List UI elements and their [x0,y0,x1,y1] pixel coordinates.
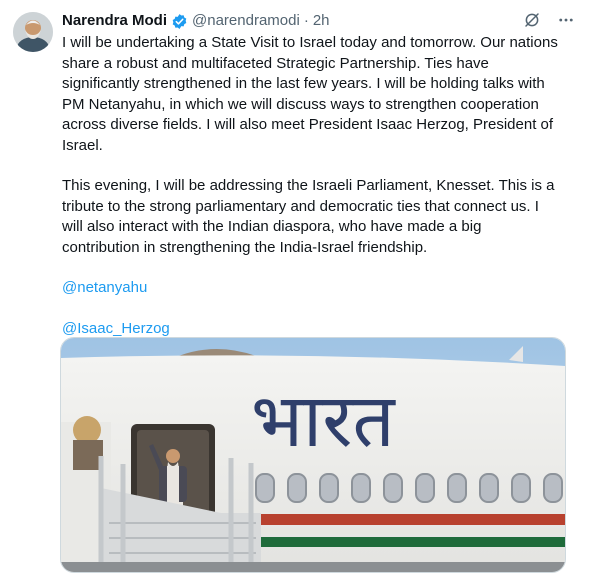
grok-icon[interactable] [522,10,542,30]
tweet-paragraph-1: I will be undertaking a State Visit to I… [62,34,558,154]
timestamp[interactable]: 2h [313,11,330,31]
mention-netanyahu[interactable]: @netanyahu [62,279,147,296]
mention-isaac-herzog[interactable]: @Isaac_Herzog [62,320,170,337]
header-actions [522,10,576,30]
tweet-card[interactable]: Narendra Modi @narendramodi · 2h I will be… [0,0,600,584]
aircraft-photo: भारत [61,338,565,572]
author-avatar[interactable] [13,12,53,52]
more-options-icon[interactable] [556,10,576,30]
tweet-paragraph-2: This evening, I will be addressing the I… [62,177,555,256]
tweet-text: I will be undertaking a State Visit to I… [62,33,562,339]
author-handle[interactable]: @narendramodi [192,11,300,31]
aircraft-lettering: भारत [251,378,396,464]
author-name[interactable]: Narendra Modi [62,11,167,31]
verified-badge-icon [171,13,188,30]
tweet-header: Narendra Modi @narendramodi · 2h [62,11,330,31]
separator-dot: · [303,12,309,29]
avatar-image [13,12,53,52]
tweet-photo[interactable]: भारत [60,337,566,573]
